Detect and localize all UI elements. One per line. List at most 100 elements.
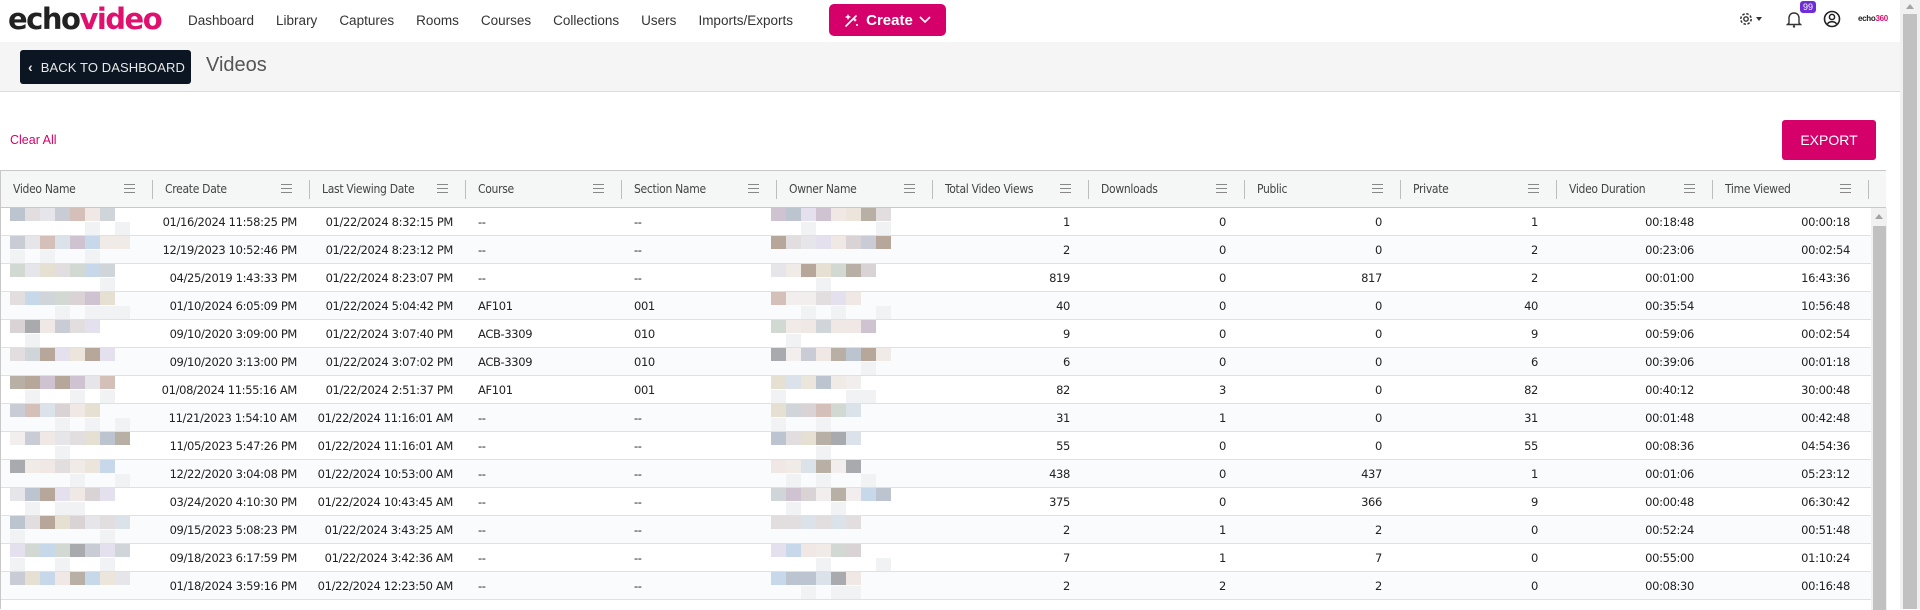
cell-owner-name <box>771 348 927 375</box>
column-header-private[interactable]: Private <box>1401 171 1557 207</box>
nav-courses[interactable]: Courses <box>481 13 531 28</box>
cell-create-date: 01/08/2024 11:55:16 AM <box>161 382 298 397</box>
column-menu-icon[interactable] <box>281 181 292 196</box>
cell-public: 0 <box>1375 410 1382 425</box>
column-header-downloads[interactable]: Downloads <box>1089 171 1245 207</box>
redacted-owner-name <box>771 208 891 235</box>
table-row[interactable]: 12/19/2023 10:52:46 PM 01/22/2024 8:23:12… <box>1 236 1871 264</box>
cell-public: 2 <box>1375 522 1382 537</box>
nav-library[interactable]: Library <box>276 13 317 28</box>
column-menu-icon[interactable] <box>124 181 135 196</box>
column-menu-icon[interactable] <box>1060 181 1071 196</box>
column-menu-icon[interactable] <box>1684 181 1695 196</box>
redacted-owner-name <box>771 404 891 431</box>
nav-dashboard[interactable]: Dashboard <box>188 13 254 28</box>
nav-collections[interactable]: Collections <box>553 13 619 28</box>
table-row[interactable]: 09/15/2023 5:08:23 PM 01/22/2024 3:43:25 … <box>1 516 1871 544</box>
cell-video-name <box>1 460 153 487</box>
cell-total-video-views: 40 <box>1056 298 1070 313</box>
chevron-left-icon: ‹ <box>28 59 33 75</box>
table-row[interactable]: 12/22/2020 3:04:08 PM 01/22/2024 10:53:00… <box>1 460 1871 488</box>
cell-last-viewing-date: 01/22/2024 12:23:50 AM <box>317 578 454 593</box>
column-header-video-name[interactable]: Video Name <box>1 171 153 207</box>
cell-owner-name <box>771 488 927 515</box>
cell-public: 0 <box>1375 326 1382 341</box>
column-menu-icon[interactable] <box>1840 181 1851 196</box>
cell-downloads: 0 <box>1219 214 1226 229</box>
redacted-owner-name <box>771 320 891 347</box>
cell-last-viewing-date: 01/22/2024 3:42:36 AM <box>324 550 454 565</box>
table-scrollbar[interactable] <box>1871 208 1887 610</box>
table-row[interactable]: 11/05/2023 5:47:26 PM 01/22/2024 11:16:01… <box>1 432 1871 460</box>
table-header: Video Name Create Date Last Viewing Date Co… <box>1 171 1886 208</box>
redacted-video-name <box>10 236 130 263</box>
column-header-time-viewed[interactable]: Time Viewed <box>1713 171 1869 207</box>
table-row[interactable]: 01/16/2024 11:58:25 PM 01/22/2024 8:32:15… <box>1 208 1871 236</box>
cell-video-name <box>1 264 153 291</box>
cell-downloads: 1 <box>1219 522 1226 537</box>
brand-echo: echo <box>1858 14 1876 23</box>
nav-imports-exports[interactable]: Imports/Exports <box>698 13 793 28</box>
cell-private: 82 <box>1524 382 1538 397</box>
export-button[interactable]: EXPORT <box>1782 120 1876 160</box>
table-row[interactable]: 11/21/2023 1:54:10 AM 01/22/2024 11:16:01… <box>1 404 1871 432</box>
nav-captures[interactable]: Captures <box>339 13 394 28</box>
column-menu-icon[interactable] <box>1528 181 1539 196</box>
settings-icon[interactable] <box>1738 10 1766 33</box>
column-menu-icon[interactable] <box>904 181 915 196</box>
user-icon[interactable] <box>1823 10 1841 33</box>
column-header-last-viewing-date[interactable]: Last Viewing Date <box>310 171 466 207</box>
column-header-label: Time Viewed <box>1725 182 1791 196</box>
scrollbar-thumb[interactable] <box>1873 226 1886 610</box>
cell-create-date: 03/24/2020 4:10:30 PM <box>169 494 298 509</box>
back-to-dashboard-button[interactable]: ‹ BACK TO DASHBOARD <box>20 50 191 84</box>
column-header-create-date[interactable]: Create Date <box>153 171 310 207</box>
page-scrollbar[interactable] <box>1900 0 1920 609</box>
nav-users[interactable]: Users <box>641 13 676 28</box>
column-header-label: Create Date <box>165 182 227 196</box>
echovideo-logo[interactable]: echovideo <box>8 2 163 36</box>
column-header-total-video-views[interactable]: Total Video Views <box>933 171 1089 207</box>
cell-last-viewing-date: 01/22/2024 10:53:00 AM <box>317 466 454 481</box>
bell-icon[interactable] <box>1785 10 1803 33</box>
table-row[interactable]: 01/10/2024 6:05:09 PM 01/22/2024 5:04:42 … <box>1 292 1871 320</box>
cell-create-date: 04/25/2019 1:43:33 PM <box>169 270 298 285</box>
column-menu-icon[interactable] <box>1216 181 1227 196</box>
cell-public: 437 <box>1361 466 1382 481</box>
column-header-video-duration[interactable]: Video Duration <box>1557 171 1713 207</box>
cell-owner-name <box>771 572 927 599</box>
cell-total-video-views: 2 <box>1063 242 1070 257</box>
table-row[interactable]: 03/24/2020 4:10:30 PM 01/22/2024 10:43:45… <box>1 488 1871 516</box>
cell-last-viewing-date: 01/22/2024 8:32:15 PM <box>325 214 454 229</box>
clear-all-link[interactable]: Clear All <box>10 133 57 147</box>
column-menu-icon[interactable] <box>748 181 759 196</box>
column-header-section-name[interactable]: Section Name <box>622 171 777 207</box>
column-header-public[interactable]: Public <box>1245 171 1401 207</box>
cell-last-viewing-date: 01/22/2024 8:23:12 PM <box>325 242 454 257</box>
table-row[interactable]: 01/18/2024 3:59:16 PM 01/22/2024 12:23:50… <box>1 572 1871 600</box>
scroll-up-arrow-icon[interactable] <box>1875 214 1883 219</box>
scrollbar-thumb[interactable] <box>1903 14 1917 609</box>
column-header-label: Public <box>1257 182 1288 196</box>
table-row[interactable]: 09/18/2023 6:17:59 PM 01/22/2024 3:42:36 … <box>1 544 1871 572</box>
notification-badge: 99 <box>1800 1 1817 13</box>
cell-total-video-views: 7 <box>1063 550 1070 565</box>
scroll-up-arrow-icon[interactable] <box>1906 4 1914 9</box>
column-menu-icon[interactable] <box>593 181 604 196</box>
table-row[interactable]: 01/08/2024 11:55:16 AM 01/22/2024 2:51:37… <box>1 376 1871 404</box>
table-row[interactable]: 09/10/2020 3:13:00 PM 01/22/2024 3:07:02 … <box>1 348 1871 376</box>
column-header-owner-name[interactable]: Owner Name <box>777 171 933 207</box>
column-header-course[interactable]: Course <box>466 171 622 207</box>
column-menu-icon[interactable] <box>1372 181 1383 196</box>
cell-private: 31 <box>1524 410 1538 425</box>
cell-time-viewed: 00:42:48 <box>1801 410 1850 425</box>
cell-last-viewing-date: 01/22/2024 8:23:07 PM <box>325 270 454 285</box>
table-row[interactable]: 04/25/2019 1:43:33 PM 01/22/2024 8:23:07 … <box>1 264 1871 292</box>
column-menu-icon[interactable] <box>437 181 448 196</box>
column-resize-handle[interactable] <box>1868 180 1869 199</box>
nav-rooms[interactable]: Rooms <box>416 13 459 28</box>
cell-video-name <box>1 572 153 599</box>
create-button[interactable]: Create <box>829 4 946 36</box>
cell-video-duration: 00:01:00 <box>1645 270 1694 285</box>
table-row[interactable]: 09/10/2020 3:09:00 PM 01/22/2024 3:07:40 … <box>1 320 1871 348</box>
